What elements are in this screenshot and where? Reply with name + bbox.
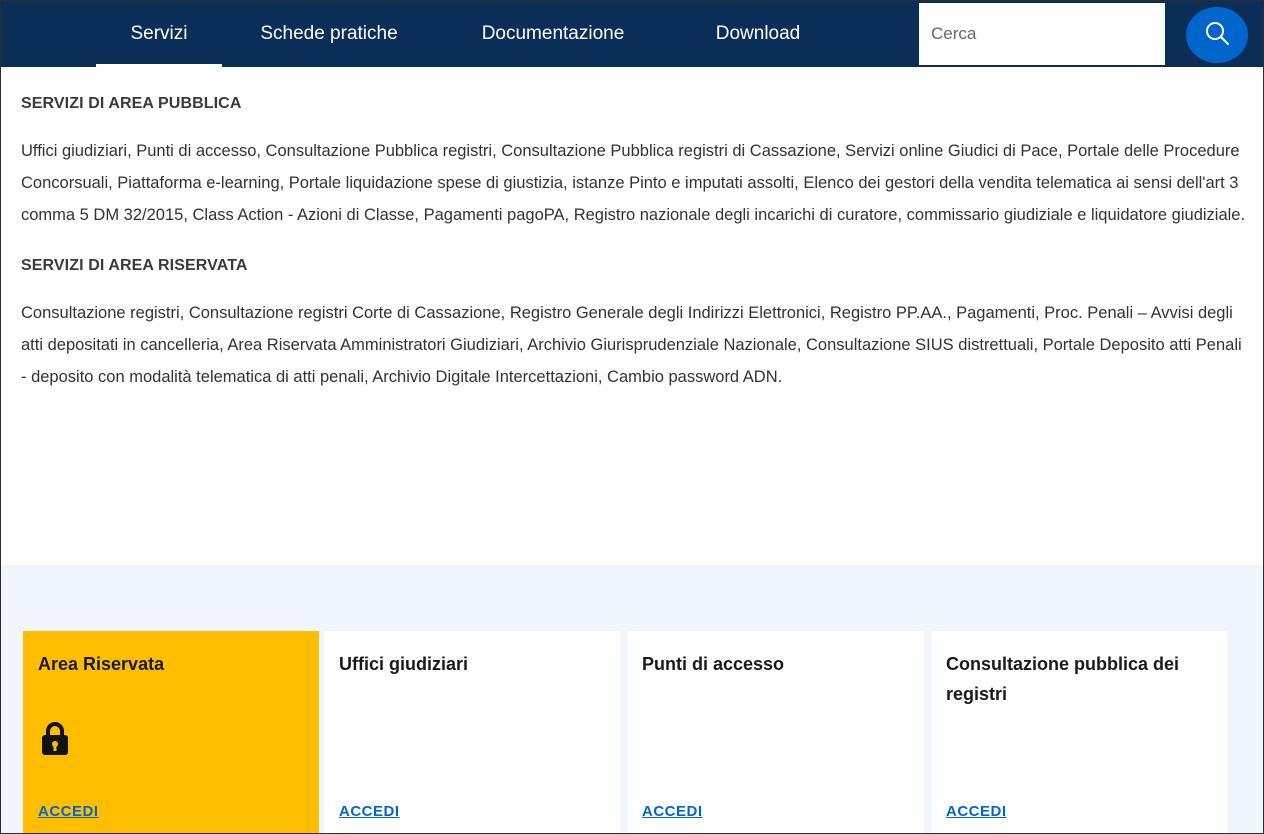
- card-title: Punti di accesso: [642, 654, 785, 674]
- nav-item-download[interactable]: Download: [683, 1, 833, 67]
- cards-section: Area Riservata ACCEDI Uffici giudiziari …: [1, 565, 1263, 833]
- section-text-public: Uffici giudiziari, Punti di accesso, Con…: [21, 142, 1246, 224]
- top-navigation-bar: Servizi Schede pratiche Documentazione D…: [1, 1, 1263, 67]
- accedi-link[interactable]: ACCEDI: [642, 803, 703, 820]
- page-frame: Servizi Schede pratiche Documentazione D…: [0, 0, 1264, 834]
- lock-icon: [40, 721, 70, 762]
- search-input[interactable]: [919, 3, 1165, 65]
- nav-item-documentazione[interactable]: Documentazione: [453, 1, 653, 67]
- services-content: SERVIZI DI AREA PUBBLICA Uffici giudizia…: [21, 87, 1247, 393]
- section-title-public: SERVIZI DI AREA PUBBLICA: [21, 95, 242, 112]
- card-title: Uffici giudiziari: [339, 654, 469, 674]
- card-title: Area Riservata: [38, 654, 165, 674]
- nav-item-schede-pratiche[interactable]: Schede pratiche: [239, 1, 419, 67]
- card-consultazione-pubblica[interactable]: Consultazione pubblica dei registri ACCE…: [931, 631, 1227, 833]
- section-text-reserved: Consultazione registri, Consultazione re…: [21, 304, 1242, 386]
- section-title-reserved: SERVIZI DI AREA RISERVATA: [21, 257, 248, 274]
- card-punti-di-accesso[interactable]: Punti di accesso ACCEDI: [627, 631, 924, 833]
- card-area-riservata[interactable]: Area Riservata ACCEDI: [23, 631, 319, 833]
- accedi-link[interactable]: ACCEDI: [339, 803, 400, 820]
- card-title: Consultazione pubblica dei registri: [946, 654, 1180, 704]
- card-uffici-giudiziari[interactable]: Uffici giudiziari ACCEDI: [324, 631, 621, 833]
- search-button[interactable]: [1186, 7, 1248, 63]
- nav-item-servizi[interactable]: Servizi: [96, 1, 222, 67]
- search-icon: [1204, 20, 1230, 51]
- accedi-link[interactable]: ACCEDI: [38, 803, 99, 820]
- accedi-link[interactable]: ACCEDI: [946, 803, 1007, 820]
